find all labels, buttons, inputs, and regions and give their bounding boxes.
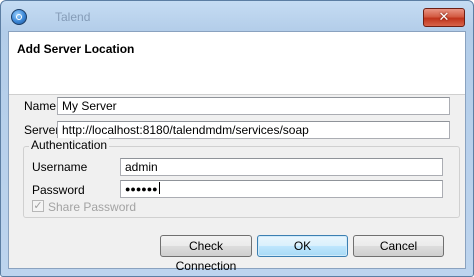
name-field[interactable]: My Server (57, 97, 450, 115)
window-title: Talend (55, 10, 91, 24)
app-icon[interactable] (11, 9, 27, 25)
title-bar[interactable]: Talend ✕ (1, 1, 473, 31)
ok-button[interactable]: OK (257, 235, 348, 257)
dialog-window: Talend ✕ Add Server Location Name My Ser… (0, 0, 474, 277)
username-field[interactable]: admin (120, 158, 443, 176)
share-password-checkbox[interactable]: ✓ (32, 200, 44, 212)
password-field[interactable]: ●●●●●● (120, 180, 443, 198)
password-field-value: ●●●●●● (125, 184, 158, 194)
server-label: Server (24, 123, 60, 137)
dialog-body: Add Server Location Name My Server Serve… (8, 31, 466, 273)
server-field-value: http://localhost:8180/talendmdm/services… (62, 123, 309, 137)
share-password-label: Share Password (48, 200, 137, 214)
authentication-group-title: Authentication (29, 138, 110, 152)
name-field-value: My Server (62, 99, 117, 113)
cancel-button[interactable]: Cancel (353, 235, 444, 257)
username-label: Username (32, 160, 88, 174)
server-field[interactable]: http://localhost:8180/talendmdm/services… (57, 121, 450, 139)
close-icon: ✕ (438, 10, 450, 25)
password-label: Password (32, 183, 85, 197)
check-connection-button[interactable]: Check Connection (160, 235, 252, 273)
checkmark-icon: ✓ (33, 199, 43, 212)
text-caret (158, 182, 160, 194)
name-label: Name (24, 99, 57, 113)
dialog-title: Add Server Location (17, 42, 135, 56)
dialog-header: Add Server Location (9, 32, 465, 95)
close-button[interactable]: ✕ (423, 8, 465, 27)
username-field-value: admin (125, 160, 158, 174)
app-icon-ring (16, 14, 22, 20)
